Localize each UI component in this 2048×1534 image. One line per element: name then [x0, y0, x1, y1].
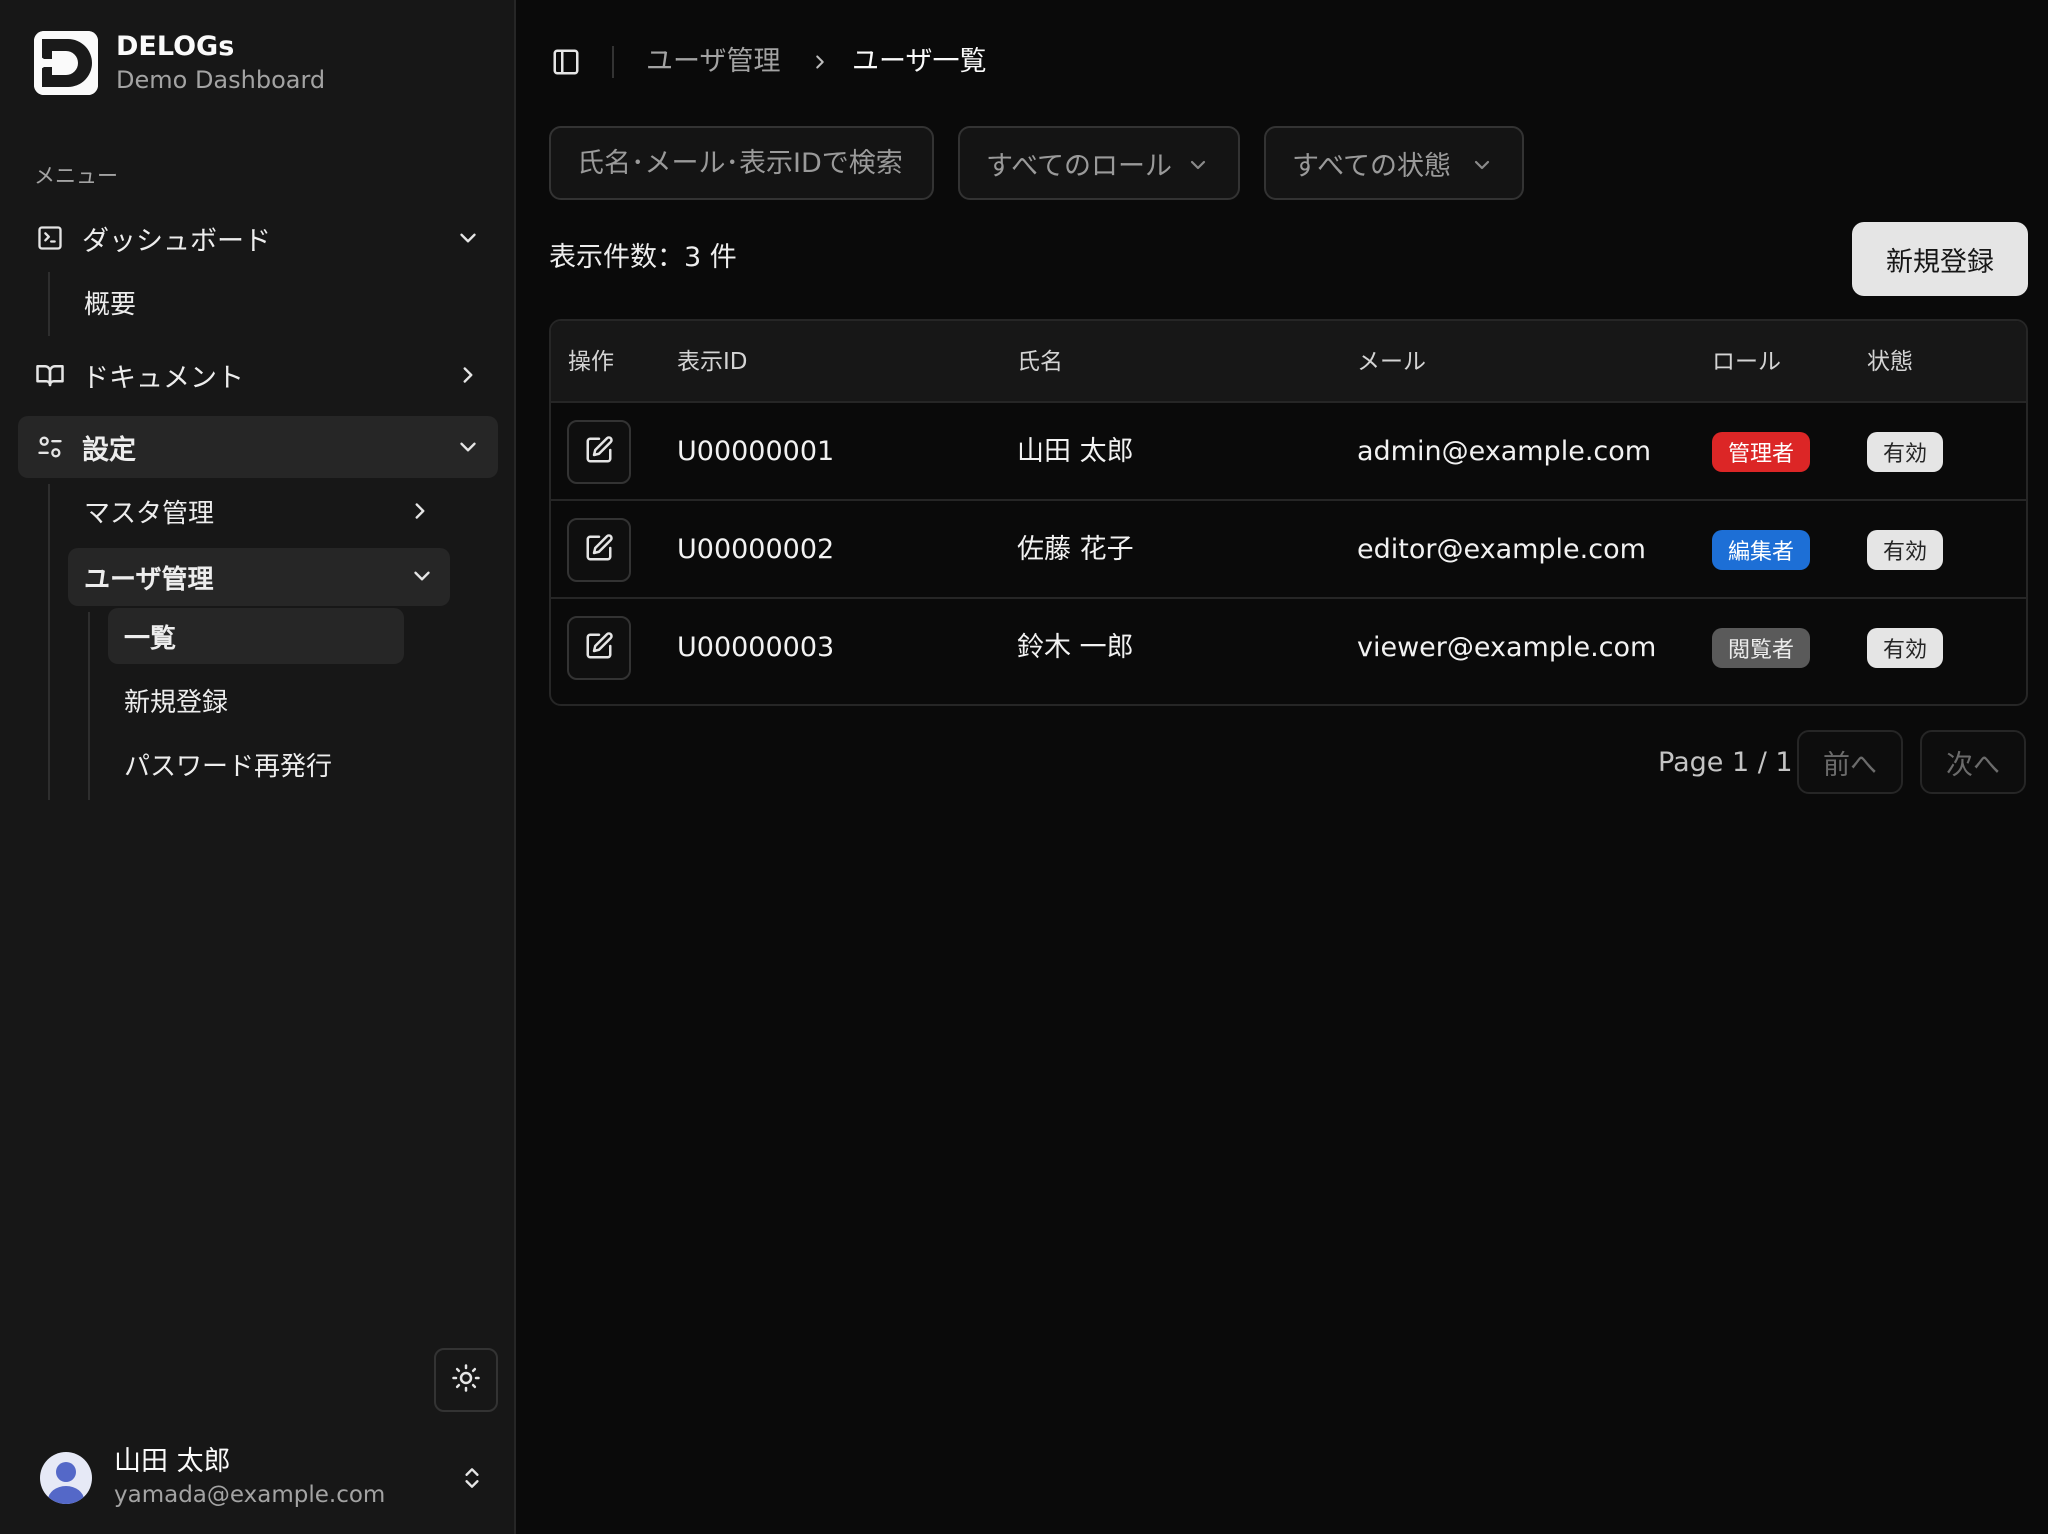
status-select[interactable]: すべての状態 — [1264, 126, 1524, 200]
user-name: 山田 太郎 — [114, 1446, 231, 1477]
sidebar-item-password-reissue[interactable]: パスワード再発行 — [108, 736, 404, 792]
cell-name: 鈴木 一郎 — [1017, 632, 1134, 663]
cell-email: admin@example.com — [1357, 436, 1652, 467]
status-badge: 有効 — [1867, 432, 1944, 472]
sidebar-item-documents[interactable]: ドキュメント — [18, 344, 498, 406]
brand-title: DELOGs — [116, 31, 235, 62]
header-name[interactable]: 氏名 — [1017, 346, 1063, 378]
sidebar-item-overview[interactable]: 概要 — [68, 274, 328, 330]
status-select-value: すべての状態 — [1292, 150, 1452, 182]
chevron-down-icon — [1182, 149, 1214, 181]
cell-email: viewer@example.com — [1357, 632, 1657, 663]
user-menu[interactable]: 山田 太郎 yamada@example.com — [40, 1440, 500, 1516]
header-action: 操作 — [568, 349, 614, 375]
tree-line — [48, 272, 50, 336]
role-badge: 閲覧者 — [1712, 628, 1811, 668]
breadcrumb-parent[interactable]: ユーザ管理 — [646, 44, 780, 80]
chevron-right-icon — [404, 495, 436, 527]
user-table: 操作 表示ID 氏名 メール ロール 状態 U00000001 山田 太郎 ad… — [549, 319, 2028, 706]
table-row: U00000002 佐藤 花子 editor@example.com 編集者 有… — [551, 501, 2026, 599]
sidebar: DELOGs Demo Dashboard メニュー ダッシュボード 概要 ドキ… — [0, 0, 516, 1534]
header-id[interactable]: 表示ID — [677, 346, 748, 378]
brand-subtitle: Demo Dashboard — [116, 66, 326, 94]
chevron-down-icon — [1466, 149, 1498, 181]
theme-toggle-button[interactable] — [434, 1348, 498, 1412]
header-role[interactable]: ロール — [1712, 346, 1781, 378]
tree-line — [48, 484, 50, 800]
avatar — [40, 1452, 92, 1504]
edit-button[interactable] — [567, 518, 631, 582]
sun-icon — [451, 1363, 481, 1397]
edit-icon — [584, 533, 614, 567]
brand[interactable]: DELOGs Demo Dashboard — [34, 30, 325, 96]
status-badge: 有効 — [1867, 530, 1944, 570]
chevron-down-icon — [452, 222, 484, 254]
edit-button[interactable] — [567, 420, 631, 484]
sidebar-item-label: 新規登録 — [124, 687, 229, 718]
role-badge: 編集者 — [1712, 530, 1811, 570]
cell-name: 佐藤 花子 — [1017, 534, 1134, 565]
table-row: U00000003 鈴木 一郎 viewer@example.com 閲覧者 有… — [551, 599, 2026, 697]
status-badge: 有効 — [1867, 628, 1944, 668]
search-field[interactable] — [549, 126, 934, 200]
header-email[interactable]: メール — [1357, 346, 1426, 378]
table-header: 操作 表示ID 氏名 メール ロール 状態 — [551, 321, 2026, 403]
sidebar-item-dashboard[interactable]: ダッシュボード — [18, 207, 498, 269]
sidebar-item-master[interactable]: マスタ管理 — [68, 483, 448, 539]
role-select[interactable]: すべてのロール — [958, 126, 1240, 200]
menu-label: メニュー — [34, 164, 118, 188]
result-count: 表示件数：3 件 — [549, 242, 737, 273]
header-status[interactable]: 状態 — [1867, 346, 1913, 378]
settings-sliders-icon — [34, 431, 66, 463]
cell-name: 山田 太郎 — [1017, 436, 1134, 467]
next-page-button[interactable]: 次へ — [1920, 730, 2026, 794]
sidebar-item-label: 一覧 — [124, 623, 177, 654]
page-indicator: Page 1 / 1 — [1658, 747, 1793, 778]
topbar: ユーザ管理 ユーザ一覧 — [516, 0, 2048, 124]
chevron-down-icon — [452, 431, 484, 463]
sidebar-item-user-list[interactable]: 一覧 — [108, 608, 404, 664]
topbar-divider — [612, 46, 614, 78]
role-select-value: すべてのロール — [986, 150, 1173, 182]
chevron-right-icon — [452, 359, 484, 391]
search-input[interactable] — [577, 147, 932, 179]
sidebar-toggle-icon[interactable] — [550, 46, 582, 78]
delogs-logo — [34, 31, 98, 95]
cell-email: editor@example.com — [1357, 534, 1646, 565]
sidebar-item-user-new[interactable]: 新規登録 — [108, 672, 404, 728]
sidebar-item-label: ユーザ管理 — [84, 564, 214, 595]
edit-icon — [584, 631, 614, 665]
cell-id: U00000001 — [677, 436, 835, 467]
sidebar-item-label: パスワード再発行 — [124, 751, 333, 782]
sidebar-item-user-management[interactable]: ユーザ管理 — [68, 548, 450, 606]
table-row: U00000001 山田 太郎 admin@example.com 管理者 有効 — [551, 403, 2026, 501]
edit-button[interactable] — [567, 616, 631, 680]
sidebar-item-label: マスタ管理 — [84, 498, 215, 529]
new-registration-button[interactable]: 新規登録 — [1852, 222, 2028, 296]
cell-id: U00000002 — [677, 534, 835, 565]
sidebar-item-label: ドキュメント — [82, 362, 244, 394]
sidebar-item-settings[interactable]: 設定 — [18, 416, 498, 478]
chevron-down-icon — [406, 560, 438, 592]
tree-line — [88, 612, 90, 800]
sidebar-item-label: ダッシュボード — [82, 225, 271, 257]
role-badge: 管理者 — [1712, 432, 1811, 472]
prev-page-button[interactable]: 前へ — [1797, 730, 1903, 794]
sidebar-item-label: 概要 — [84, 289, 137, 320]
sidebar-item-label: 設定 — [82, 434, 136, 466]
edit-icon — [584, 435, 614, 469]
user-email: yamada@example.com — [114, 1482, 386, 1508]
chevron-right-icon — [806, 48, 834, 76]
chevrons-up-down-icon — [456, 1462, 488, 1494]
cell-id: U00000003 — [677, 632, 835, 663]
breadcrumb-current: ユーザ一覧 — [852, 46, 987, 77]
terminal-icon — [34, 222, 66, 254]
book-icon — [34, 359, 66, 391]
